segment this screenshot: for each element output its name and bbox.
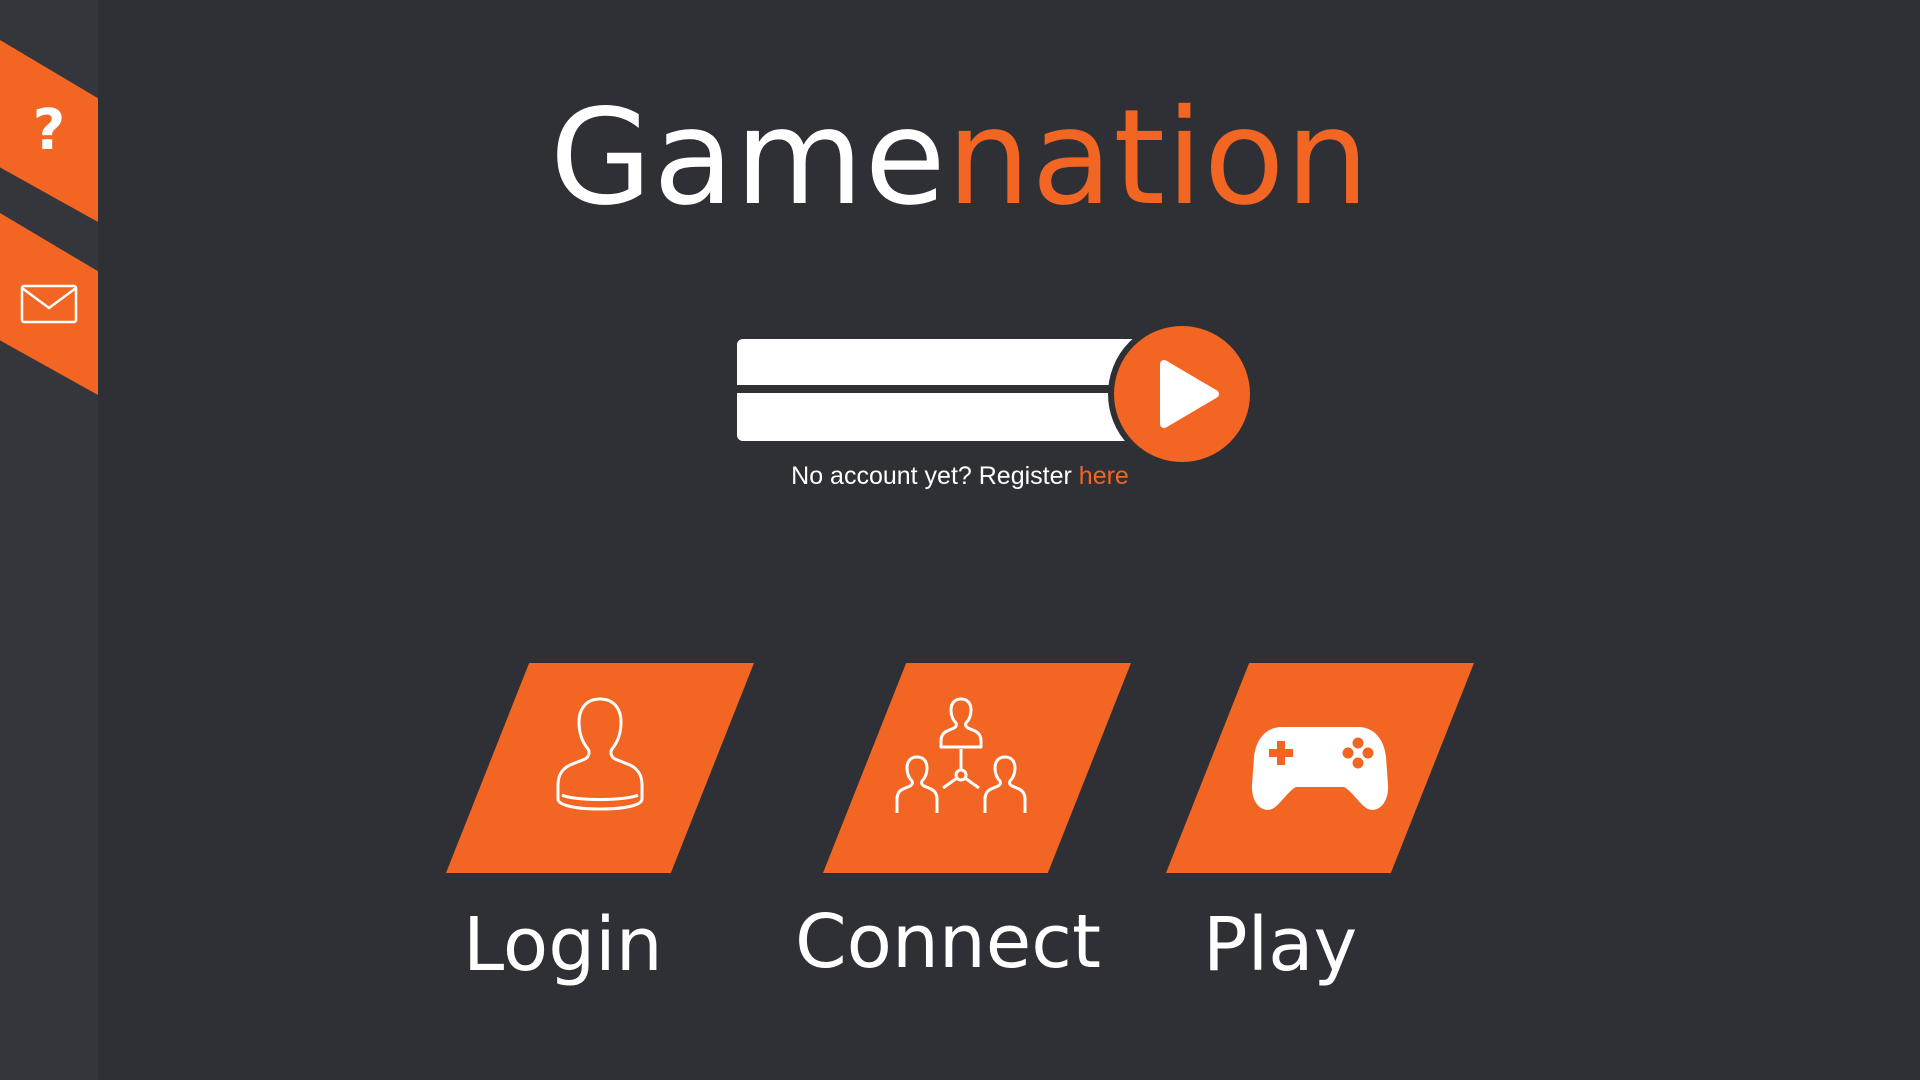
play-tile[interactable] (1166, 663, 1474, 873)
gamepad-icon (1252, 727, 1388, 810)
password-input[interactable] (737, 393, 1157, 439)
connect-label[interactable]: Connect (795, 905, 1101, 979)
register-prompt: No account yet? Register here (0, 462, 1920, 491)
input-divider (737, 385, 1157, 393)
register-text: No account yet? Register (791, 462, 1079, 490)
app-title-part2: nation (946, 81, 1371, 235)
mail-icon (20, 275, 78, 333)
network-users-icon (895, 697, 1027, 813)
username-input[interactable] (737, 339, 1157, 385)
play-icon (1160, 360, 1219, 428)
app-title-part1: Game (549, 81, 947, 235)
connect-tile[interactable] (823, 663, 1131, 873)
login-label[interactable]: Login (463, 908, 663, 982)
login-submit-button[interactable] (1108, 320, 1256, 468)
user-icon (556, 697, 644, 811)
play-label[interactable]: Play (1203, 908, 1357, 982)
login-tile[interactable] (446, 663, 754, 873)
register-link[interactable]: here (1079, 462, 1129, 490)
app-title: Gamenation (0, 92, 1920, 224)
mail-tab[interactable] (0, 213, 98, 395)
login-form (737, 339, 1157, 441)
